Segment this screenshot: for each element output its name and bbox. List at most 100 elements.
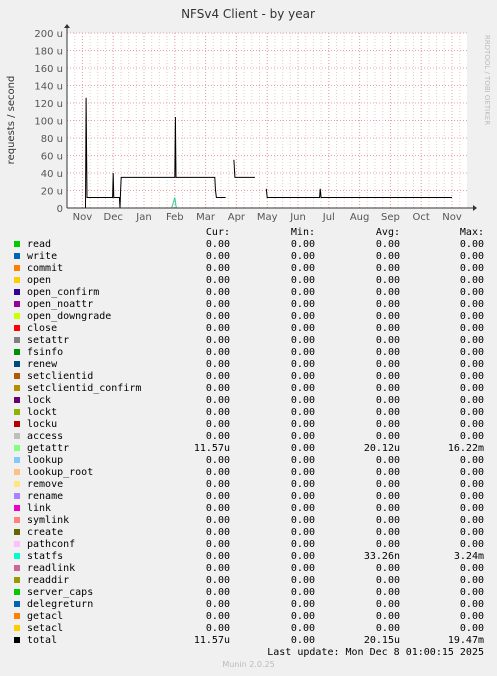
legend-name: getacl xyxy=(27,611,64,622)
legend-max: 0.00 xyxy=(459,527,484,538)
legend-avg: 0.00 xyxy=(375,299,400,310)
legend-row: renew 0.00 0.00 0.00 0.00 xyxy=(14,359,484,371)
legend-max: 0.00 xyxy=(459,275,484,286)
chart-canvas: NFSv4 Client - by year requests / second… xyxy=(6,7,491,223)
legend-max: 0.00 xyxy=(459,323,484,334)
legend-avg: 0.00 xyxy=(375,539,400,550)
legend-name: open xyxy=(27,275,52,286)
legend-cur: 0.00 xyxy=(205,299,230,310)
x-tick-label: May xyxy=(257,212,278,223)
legend-row: lookup 0.00 0.00 0.00 0.00 xyxy=(14,455,484,467)
legend-max: 0.00 xyxy=(459,587,484,598)
legend-cur: 0.00 xyxy=(205,335,230,346)
legend-cur: 0.00 xyxy=(205,599,230,610)
legend-min: 0.00 xyxy=(290,563,315,574)
legend-cur: 0.00 xyxy=(205,611,230,622)
legend-max: 0.00 xyxy=(459,515,484,526)
legend-name: access xyxy=(27,431,64,442)
y-tick-label: 20 u xyxy=(41,187,63,198)
legend-cur: 11.57u xyxy=(193,635,230,646)
legend-swatch xyxy=(14,517,20,523)
legend-swatch xyxy=(14,493,20,499)
legend-name: write xyxy=(27,251,58,262)
legend-min: 0.00 xyxy=(290,383,315,394)
legend-row: open_noattr 0.00 0.00 0.00 0.00 xyxy=(14,299,484,311)
legend-row: setclientid 0.00 0.00 0.00 0.00 xyxy=(14,371,484,383)
legend-row: open_confirm 0.00 0.00 0.00 0.00 xyxy=(14,287,484,299)
legend-cur: 0.00 xyxy=(205,539,230,550)
legend-max: 0.00 xyxy=(459,407,484,418)
legend-max: 0.00 xyxy=(459,623,484,634)
legend-row: setacl 0.00 0.00 0.00 0.00 xyxy=(14,623,484,635)
y-tick-label: 160 u xyxy=(34,64,63,75)
header-avg: Avg: xyxy=(375,227,400,238)
legend-name: commit xyxy=(27,263,64,274)
legend-min: 0.00 xyxy=(290,431,315,442)
legend-min: 0.00 xyxy=(290,479,315,490)
x-tick-label: Nov xyxy=(442,212,462,223)
legend-max: 0.00 xyxy=(459,263,484,274)
legend-cur: 11.57u xyxy=(193,443,230,454)
legend-name: lookup xyxy=(27,455,64,466)
legend-swatch xyxy=(14,373,20,379)
header-max: Max: xyxy=(459,227,484,238)
legend-max: 0.00 xyxy=(459,455,484,466)
legend-row: write 0.00 0.00 0.00 0.00 xyxy=(14,251,484,263)
x-tick-label: Feb xyxy=(166,212,184,223)
legend-min: 0.00 xyxy=(290,551,315,562)
header-min: Min: xyxy=(290,227,315,238)
legend-swatch xyxy=(14,457,20,463)
legend-name: readlink xyxy=(27,563,76,574)
legend-name: setclientid xyxy=(27,371,94,382)
legend-max: 0.00 xyxy=(459,287,484,298)
legend-min: 0.00 xyxy=(290,407,315,418)
x-tick-label: Aug xyxy=(350,212,370,223)
legend-cur: 0.00 xyxy=(205,515,230,526)
munin-version: Munin 2.0.25 xyxy=(222,660,275,669)
legend-min: 0.00 xyxy=(290,359,315,370)
legend-swatch xyxy=(14,349,20,355)
x-tick-label: Jun xyxy=(289,212,306,223)
legend-max: 0.00 xyxy=(459,479,484,490)
legend-name: renew xyxy=(27,359,58,370)
legend-max: 0.00 xyxy=(459,359,484,370)
legend-min: 0.00 xyxy=(290,467,315,478)
y-axis-ticks: 0 20 u 40 u 60 u 80 u 100 u 120 u 140 u 160 u 180… xyxy=(34,29,63,215)
legend-min: 0.00 xyxy=(290,587,315,598)
legend-row: total 11.57u 0.00 20.15u 19.47m xyxy=(14,635,484,647)
legend-row: getattr 11.57u 0.00 20.12u 16.22m xyxy=(14,443,484,455)
legend-max: 0.00 xyxy=(459,383,484,394)
legend-name: link xyxy=(27,503,52,514)
legend-cur: 0.00 xyxy=(205,467,230,478)
legend-avg: 0.00 xyxy=(375,503,400,514)
legend-avg: 0.00 xyxy=(375,431,400,442)
x-tick-label: Dec xyxy=(104,212,123,223)
legend-row: access 0.00 0.00 0.00 0.00 xyxy=(14,431,484,443)
legend-name: statfs xyxy=(27,551,64,562)
legend-swatch xyxy=(14,589,20,595)
x-tick-label: Nov xyxy=(73,212,93,223)
legend-swatch xyxy=(14,637,20,643)
y-tick-label: 140 u xyxy=(34,82,63,93)
legend-swatch xyxy=(14,625,20,631)
x-axis-ticks: Nov Dec Jan Feb Mar Apr May Jun Jul Aug Sep Oct Nov xyxy=(73,212,462,223)
legend-name: remove xyxy=(27,479,64,490)
legend-max: 0.00 xyxy=(459,395,484,406)
legend-max: 3.24m xyxy=(453,551,484,562)
legend-min: 0.00 xyxy=(290,251,315,262)
legend-max: 0.00 xyxy=(459,491,484,502)
legend-avg: 0.00 xyxy=(375,563,400,574)
legend-avg: 20.15u xyxy=(363,635,400,646)
legend-avg: 0.00 xyxy=(375,455,400,466)
legend-min: 0.00 xyxy=(290,635,315,646)
legend-avg: 0.00 xyxy=(375,611,400,622)
legend-avg: 0.00 xyxy=(375,323,400,334)
x-tick-label: Apr xyxy=(228,212,246,223)
x-tick-label: Mar xyxy=(196,212,216,223)
legend-name: lockt xyxy=(27,407,58,418)
legend-max: 0.00 xyxy=(459,347,484,358)
legend-max: 0.00 xyxy=(459,299,484,310)
legend-avg: 0.00 xyxy=(375,359,400,370)
legend-name: open_downgrade xyxy=(27,311,112,322)
legend-max: 0.00 xyxy=(459,467,484,478)
